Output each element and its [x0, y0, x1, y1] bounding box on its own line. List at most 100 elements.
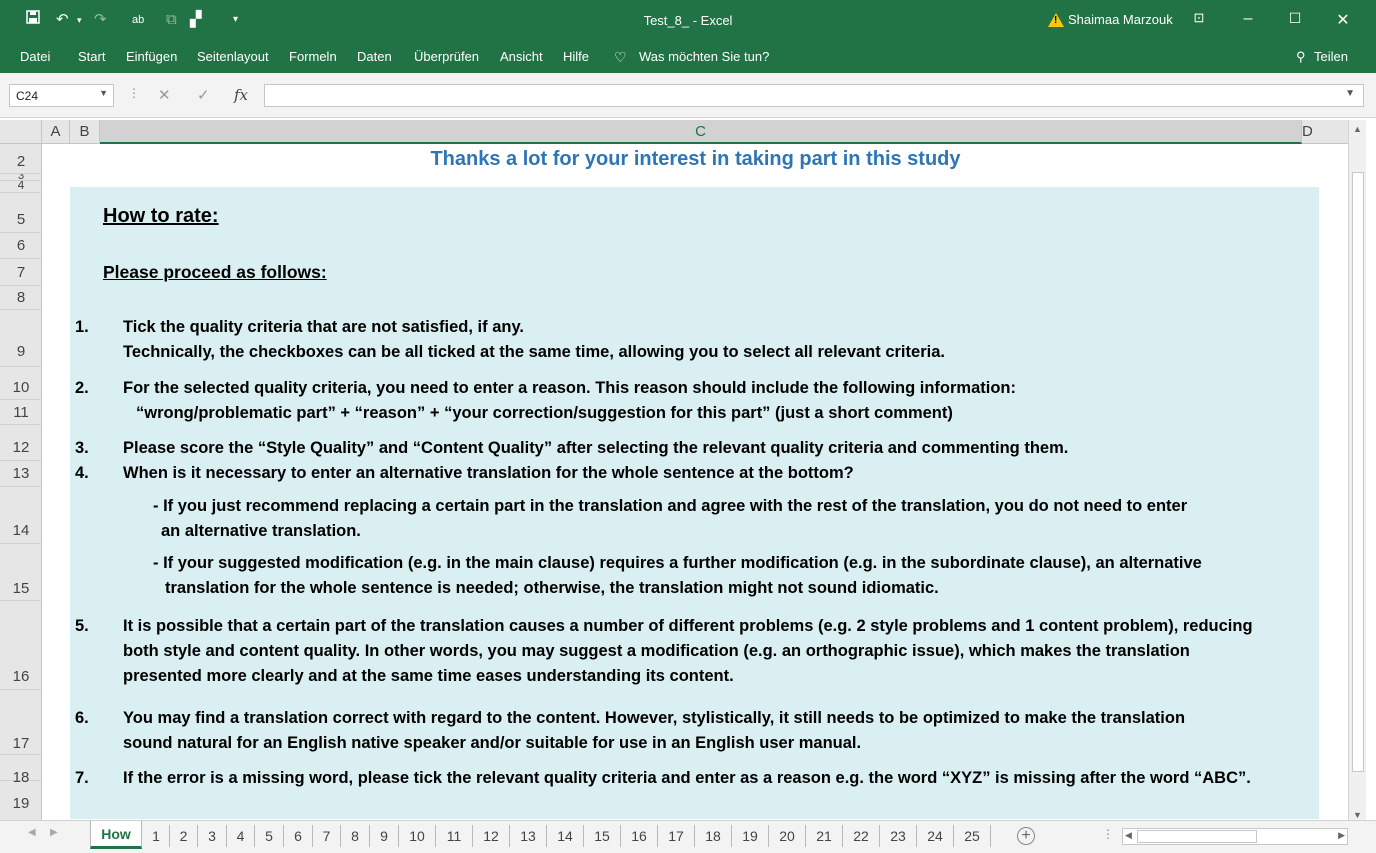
scroll-up-icon[interactable]: ▲	[1353, 124, 1362, 134]
row-header[interactable]: 16	[0, 601, 42, 690]
sheet-tab-25[interactable]: 25	[954, 825, 991, 847]
sheet-tab-13[interactable]: 13	[510, 825, 547, 847]
tab-formeln[interactable]: Formeln	[289, 49, 337, 64]
sheet-tab-22[interactable]: 22	[843, 825, 880, 847]
tab-daten[interactable]: Daten	[357, 49, 392, 64]
sheet-tab-23[interactable]: 23	[880, 825, 917, 847]
tab-seitenlayout[interactable]: Seitenlayout	[197, 49, 269, 64]
sheet-tab-8[interactable]: 8	[341, 825, 370, 847]
sheet-tab-10[interactable]: 10	[399, 825, 436, 847]
tab-ansicht[interactable]: Ansicht	[500, 49, 543, 64]
column-header-a[interactable]: A	[42, 120, 70, 144]
row-header[interactable]: 6	[0, 233, 42, 259]
banner-title: Thanks a lot for your interest in taking…	[430, 148, 961, 170]
horizontal-scroll-thumb[interactable]	[1137, 830, 1257, 843]
sheet-tab-16[interactable]: 16	[621, 825, 658, 847]
formula-input[interactable]: ▼	[264, 84, 1364, 107]
redo-icon[interactable]: ↷	[94, 10, 107, 30]
tab-ueberpruefen[interactable]: Überprüfen	[414, 49, 479, 64]
scroll-down-icon[interactable]: ▼	[1353, 810, 1362, 820]
spelling-icon[interactable]: ab	[132, 10, 144, 30]
scroll-right-icon[interactable]: ▶	[1338, 830, 1345, 841]
row-header[interactable]: 9	[0, 310, 42, 367]
sheet-tab-12[interactable]: 12	[473, 825, 510, 847]
sheet-tab-9[interactable]: 9	[370, 825, 399, 847]
undo-dropdown-icon[interactable]: ▾	[77, 10, 82, 30]
column-header-d[interactable]: D	[1302, 120, 1348, 144]
tab-scroll-left-icon[interactable]: ◀	[28, 827, 36, 838]
row-header[interactable]: 7	[0, 259, 42, 286]
horizontal-scrollbar[interactable]: ◀ ▶	[1122, 828, 1348, 845]
column-header-c[interactable]: C	[100, 120, 1302, 144]
customize-toolbar-icon[interactable]: ▾	[233, 10, 238, 30]
tab-einfuegen[interactable]: Einfügen	[126, 49, 177, 64]
row-headers: 2 3 4 5 6 7 8 9 10 11 12 13 14 15 16 17 …	[0, 144, 42, 820]
sheet-tab-1[interactable]: 1	[143, 825, 170, 847]
tab-start[interactable]: Start	[78, 49, 105, 64]
maximize-icon[interactable]: ☐	[1280, 10, 1310, 27]
insert-function-icon[interactable]: fx	[234, 86, 248, 104]
format-icon[interactable]: ▞	[190, 10, 202, 30]
sheet-tab-20[interactable]: 20	[769, 825, 806, 847]
minimize-icon[interactable]: –	[1233, 10, 1263, 28]
row-header[interactable]: 18	[0, 755, 42, 786]
add-sheet-icon[interactable]: +	[1017, 827, 1035, 845]
expand-formula-icon[interactable]: ▼	[1345, 88, 1355, 99]
share-button[interactable]: Teilen	[1314, 49, 1348, 64]
vertical-scroll-thumb[interactable]	[1352, 172, 1364, 772]
sheet-tab-18[interactable]: 18	[695, 825, 732, 847]
item-number: 4.	[75, 464, 89, 482]
sheet-tab-19[interactable]: 19	[732, 825, 769, 847]
user-account[interactable]: Shaimaa Marzouk	[1048, 12, 1173, 27]
item-text: - If your suggested modification (e.g. i…	[153, 554, 1202, 572]
row-header[interactable]: 13	[0, 461, 42, 487]
sheet-tab-24[interactable]: 24	[917, 825, 954, 847]
row-header[interactable]: 15	[0, 544, 42, 601]
vertical-scrollbar[interactable]: ▲ ▼	[1348, 120, 1366, 826]
row-header[interactable]: 5	[0, 193, 42, 233]
corner-cell[interactable]	[0, 120, 42, 144]
sheet-tab-4[interactable]: 4	[227, 825, 255, 847]
sheet-tab-5[interactable]: 5	[255, 825, 284, 847]
copy-icon[interactable]: ⧉	[166, 10, 177, 30]
name-box-dropdown-icon[interactable]: ▼	[99, 88, 108, 98]
name-box[interactable]: C24 ▼	[9, 84, 114, 107]
tab-hilfe[interactable]: Hilfe	[563, 49, 589, 64]
worksheet-grid[interactable]: Thanks a lot for your interest in taking…	[43, 144, 1348, 820]
sheet-tab-14[interactable]: 14	[547, 825, 584, 847]
tab-scroll-right-icon[interactable]: ▶	[50, 827, 58, 838]
sheet-tab-how[interactable]: How	[90, 821, 142, 849]
close-icon[interactable]: ✕	[1328, 10, 1358, 30]
sheet-tab-7[interactable]: 7	[313, 825, 341, 847]
sheet-tab-6[interactable]: 6	[284, 825, 313, 847]
tab-datei[interactable]: Datei	[20, 49, 50, 64]
tell-me-search[interactable]: Was möchten Sie tun?	[639, 49, 769, 64]
sheet-tab-17[interactable]: 17	[658, 825, 695, 847]
sheet-tab-3[interactable]: 3	[198, 825, 227, 847]
sheet-tab-2[interactable]: 2	[170, 825, 198, 847]
row-header[interactable]: 17	[0, 690, 42, 755]
row-header[interactable]: 10	[0, 367, 42, 400]
column-header-b[interactable]: B	[70, 120, 100, 144]
row-header[interactable]: 11	[0, 400, 42, 425]
item-text: Tick the quality criteria that are not s…	[123, 318, 525, 336]
row-header[interactable]: 2	[0, 144, 42, 174]
ribbon-display-icon[interactable]: ⊡	[1184, 10, 1214, 26]
save-icon[interactable]	[26, 10, 40, 30]
sheet-tab-21[interactable]: 21	[806, 825, 843, 847]
row-header[interactable]: 3	[0, 174, 42, 181]
enter-icon[interactable]: ✓	[197, 86, 210, 104]
cancel-icon[interactable]: ✕	[158, 86, 171, 104]
item-number: 5.	[75, 617, 89, 635]
row-header[interactable]: 8	[0, 286, 42, 310]
row-header[interactable]: 14	[0, 487, 42, 544]
undo-icon[interactable]: ↶	[56, 10, 69, 30]
split-handle-icon[interactable]: ⋮	[1102, 827, 1114, 841]
item-text: translation for the whole sentence is ne…	[165, 579, 939, 597]
sheet-tab-15[interactable]: 15	[584, 825, 621, 847]
row-header[interactable]: 12	[0, 425, 42, 461]
row-header[interactable]: 19	[0, 781, 42, 820]
scroll-left-icon[interactable]: ◀	[1125, 830, 1132, 841]
row-header[interactable]: 4	[0, 181, 42, 193]
sheet-tab-11[interactable]: 11	[436, 825, 473, 847]
